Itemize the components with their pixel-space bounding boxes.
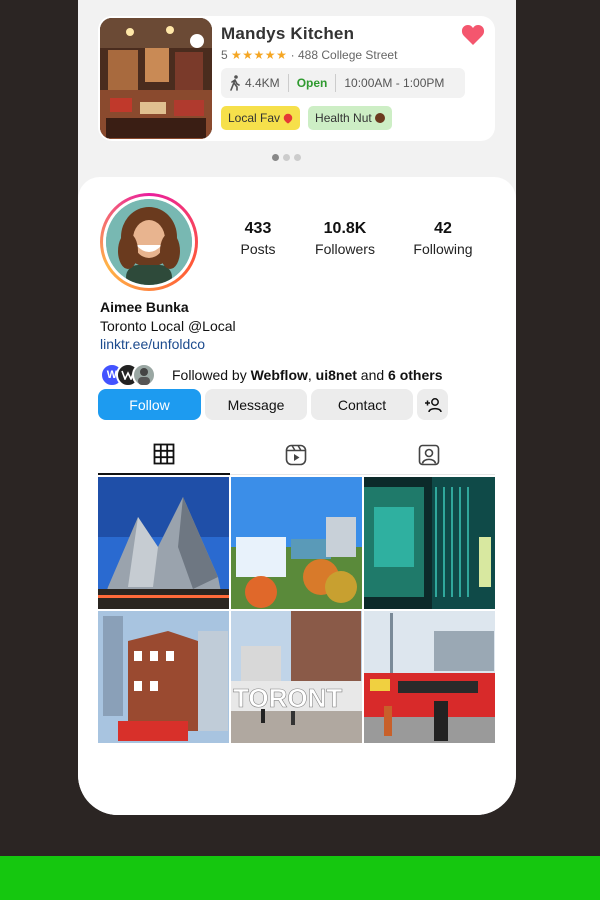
status-segment: Open <box>289 74 337 92</box>
avatar-story-ring[interactable] <box>100 193 198 291</box>
distance-text: 4.4KM <box>245 76 280 90</box>
tag-health-nut[interactable]: Health Nut <box>308 106 392 130</box>
hours-text: 10:00AM - 1:00PM <box>344 76 445 90</box>
grid-photo[interactable] <box>98 611 229 743</box>
open-status: Open <box>296 76 328 90</box>
avatar-border <box>103 196 195 288</box>
reels-icon <box>286 444 307 465</box>
restaurant-tags: Local Fav Health Nut <box>221 106 392 130</box>
walking-icon <box>230 75 240 91</box>
carousel-dot[interactable] <box>294 154 301 161</box>
hours-segment: 10:00AM - 1:00PM <box>336 74 452 92</box>
bottom-green-bar <box>0 856 600 900</box>
svg-text:TORONT: TORONT <box>233 683 342 713</box>
grid-photo[interactable] <box>231 477 362 609</box>
stat-value: 42 <box>434 220 452 237</box>
restaurant-name: Mandys Kitchen <box>221 24 355 43</box>
stat-following[interactable]: 42 Following <box>400 220 486 257</box>
restaurant-rating: 5 ★★★★★ · 488 College Street <box>221 48 397 62</box>
coconut-icon <box>374 113 385 123</box>
photo-indicator-dot <box>190 34 204 48</box>
carousel-dot[interactable] <box>283 154 290 161</box>
message-button[interactable]: Message <box>205 389 307 420</box>
heart-emoji-icon <box>282 111 295 125</box>
restaurant-photo <box>100 18 212 139</box>
follower-avatar <box>132 363 156 387</box>
add-person-icon <box>424 397 442 412</box>
tab-grid[interactable] <box>98 435 231 475</box>
profile-sheet: 433 Posts 10.8K Followers 42 Following A… <box>78 177 516 815</box>
followed-by-text: Followed by Webflow, ui8net and 6 others <box>172 367 443 383</box>
photo-grid: TORONT <box>98 477 496 743</box>
restaurant-address: · 488 College Street <box>290 48 398 62</box>
avatar <box>106 199 192 285</box>
profile-bio: Toronto Local @Local <box>100 318 236 334</box>
followed-and: and <box>356 367 389 383</box>
tag-local-fav[interactable]: Local Fav <box>221 106 301 130</box>
tab-tagged[interactable] <box>362 435 495 475</box>
grid-photo[interactable] <box>364 477 495 609</box>
profile-link[interactable]: linktr.ee/unfoldco <box>100 336 205 352</box>
grid-icon <box>153 443 175 465</box>
rating-value: 5 <box>221 48 228 62</box>
stat-followers[interactable]: 10.8K Followers <box>303 220 387 257</box>
carousel-dots <box>272 154 301 161</box>
tagged-icon <box>418 444 440 465</box>
profile-tabs <box>98 435 495 475</box>
distance-segment: 4.4KM <box>221 74 289 92</box>
grid-photo[interactable]: TORONT <box>231 611 362 743</box>
stat-label: Followers <box>315 241 375 257</box>
stat-label: Following <box>413 241 473 257</box>
tab-reels[interactable] <box>230 435 363 475</box>
add-friend-button[interactable] <box>417 389 448 420</box>
tag-label: Local Fav <box>228 111 281 125</box>
followed-others[interactable]: 6 others <box>388 367 442 383</box>
stat-posts[interactable]: 433 Posts <box>218 220 298 257</box>
followed-user-webflow[interactable]: Webflow <box>251 367 308 383</box>
star-icons: ★★★★★ <box>231 48 288 62</box>
follow-button[interactable]: Follow <box>98 389 201 420</box>
grid-photo[interactable] <box>98 477 229 609</box>
contact-button[interactable]: Contact <box>311 389 413 420</box>
stat-value: 10.8K <box>323 220 367 237</box>
restaurant-card[interactable]: Mandys Kitchen 5 ★★★★★ · 488 College Str… <box>98 16 495 141</box>
grid-photo[interactable] <box>364 611 495 743</box>
person-avatar-icon <box>138 368 150 385</box>
profile-name: Aimee Bunka <box>100 299 189 315</box>
followed-prefix: Followed by <box>172 367 251 383</box>
heart-icon[interactable] <box>461 24 485 46</box>
stat-label: Posts <box>240 241 276 257</box>
carousel-dot-active[interactable] <box>272 154 279 161</box>
followed-sep: , <box>307 367 316 383</box>
tag-label: Health Nut <box>315 111 372 125</box>
phone-screen: Mandys Kitchen 5 ★★★★★ · 488 College Str… <box>78 0 516 815</box>
followed-by[interactable]: W Followed by Webflow, ui8net and 6 othe… <box>100 361 443 389</box>
followed-user-ui8net[interactable]: ui8net <box>316 367 357 383</box>
restaurant-info-bar: 4.4KM Open 10:00AM - 1:00PM <box>221 68 465 98</box>
stat-value: 433 <box>244 220 272 237</box>
